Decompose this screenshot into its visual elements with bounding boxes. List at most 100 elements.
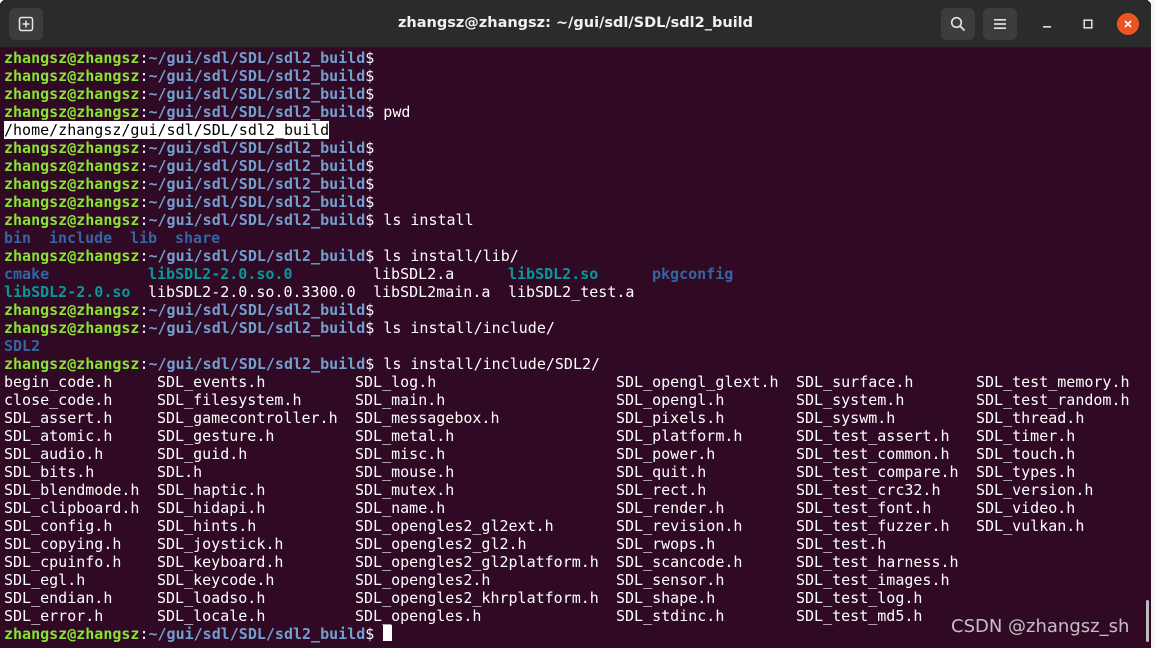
file-entry: SDL_revision.h <box>616 517 743 535</box>
file-entry: SDL_test_assert.h <box>796 427 950 445</box>
maximize-button[interactable] <box>1077 13 1099 35</box>
title-bar: zhangsz@zhangsz: ~/gui/sdl/SDL/sdl2_buil… <box>0 0 1151 48</box>
file-entry: SDL_scancode.h <box>616 553 743 571</box>
maximize-icon <box>1083 19 1093 29</box>
file-entry: SDL_stdinc.h <box>616 607 725 625</box>
prompt-line: zhangsz@zhangsz:~/gui/sdl/SDL/sdl2_build… <box>4 301 1142 319</box>
prompt-symbol: $ <box>365 157 375 175</box>
directory-entry: SDL2 <box>4 337 41 355</box>
file-entry: SDL_version.h <box>976 481 1094 499</box>
file-entry: SDL_test_images.h <box>796 571 950 589</box>
symlink-entry: libSDL2.so <box>508 265 599 283</box>
prompt-symbol: $ <box>365 67 375 85</box>
output-line: SDL_bits.h SDL.h SDL_mouse.h SDL_quit.h SDL_… <box>4 463 1142 481</box>
file-entry: SDL_endian.h <box>4 589 113 607</box>
directory-entry: share <box>175 229 221 247</box>
file-entry: libSDL2.a <box>373 265 455 283</box>
prompt-separator: : <box>139 139 149 157</box>
prompt-user: zhangsz@zhangsz <box>4 175 140 193</box>
window-title: zhangsz@zhangsz: ~/gui/sdl/SDL/sdl2_buil… <box>397 15 754 31</box>
prompt-line: zhangsz@zhangsz:~/gui/sdl/SDL/sdl2_build… <box>4 157 1142 175</box>
prompt-user: zhangsz@zhangsz <box>4 49 140 67</box>
prompt-user: zhangsz@zhangsz <box>4 193 140 211</box>
output-line: begin_code.h SDL_events.h SDL_log.h SDL_ope… <box>4 373 1142 391</box>
file-entry: SDL_opengl_glext.h <box>616 373 779 391</box>
prompt-path: ~/gui/sdl/SDL/sdl2_build <box>148 355 366 373</box>
output-line: SDL_cpuinfo.h SDL_keyboard.h SDL_opengles2… <box>4 553 1142 571</box>
prompt-symbol: $ <box>365 193 375 211</box>
prompt-line: zhangsz@zhangsz:~/gui/sdl/SDL/sdl2_build… <box>4 193 1142 211</box>
file-entry: SDL_rwops.h <box>616 535 716 553</box>
file-entry: SDL_touch.h <box>976 445 1076 463</box>
file-entry: SDL_opengles2_gl2.h <box>355 535 527 553</box>
output-line: SDL2 <box>4 337 1142 355</box>
file-entry: SDL_surface.h <box>796 373 914 391</box>
file-entry: SDL_mouse.h <box>355 463 455 481</box>
file-entry: libSDL2main.a <box>373 283 491 301</box>
file-entry: libSDL2_test.a <box>508 283 635 301</box>
prompt-separator: : <box>139 625 149 643</box>
close-icon <box>1124 20 1132 28</box>
selected-output: /home/zhangsz/gui/sdl/SDL/sdl2_build <box>4 121 330 139</box>
prompt-separator: : <box>139 85 149 103</box>
file-entry: SDL_misc.h <box>355 445 446 463</box>
output-line: SDL_copying.h SDL_joystick.h SDL_opengles2… <box>4 535 1142 553</box>
file-entry: SDL_blendmode.h <box>4 481 140 499</box>
file-entry: SDL_test_md5.h <box>796 607 923 625</box>
prompt-line: zhangsz@zhangsz:~/gui/sdl/SDL/sdl2_build… <box>4 175 1142 193</box>
file-entry: SDL_audio.h <box>4 445 104 463</box>
prompt-path: ~/gui/sdl/SDL/sdl2_build <box>148 103 366 121</box>
prompt-user: zhangsz@zhangsz <box>4 85 140 103</box>
file-entry: SDL_egl.h <box>4 571 86 589</box>
prompt-user: zhangsz@zhangsz <box>4 139 140 157</box>
file-entry: SDL_clipboard.h <box>4 499 140 517</box>
menu-button[interactable] <box>983 8 1017 40</box>
file-entry: SDL_vulkan.h <box>976 517 1085 535</box>
prompt-symbol: $ <box>365 301 375 319</box>
prompt-separator: : <box>139 67 149 85</box>
file-entry: SDL_guid.h <box>157 445 248 463</box>
output-line: /home/zhangsz/gui/sdl/SDL/sdl2_build <box>4 121 1142 139</box>
prompt-separator: : <box>139 157 149 175</box>
file-entry: libSDL2-2.0.so.0.3300.0 <box>148 283 356 301</box>
search-button[interactable] <box>941 8 975 40</box>
close-button[interactable] <box>1117 13 1139 35</box>
file-entry: SDL_haptic.h <box>157 481 266 499</box>
file-entry: SDL_log.h <box>355 373 437 391</box>
prompt-path: ~/gui/sdl/SDL/sdl2_build <box>148 67 366 85</box>
file-entry: SDL_test_random.h <box>976 391 1130 409</box>
command-text: ls install/lib/ <box>374 247 519 265</box>
prompt-path: ~/gui/sdl/SDL/sdl2_build <box>148 85 366 103</box>
prompt-line: zhangsz@zhangsz:~/gui/sdl/SDL/sdl2_build… <box>4 139 1142 157</box>
prompt-symbol: $ <box>365 175 375 193</box>
search-icon <box>950 16 966 32</box>
file-entry: SDL_gamecontroller.h <box>157 409 338 427</box>
file-entry: SDL_timer.h <box>976 427 1076 445</box>
file-entry: SDL_render.h <box>616 499 725 517</box>
file-entry: SDL_keyboard.h <box>157 553 284 571</box>
text-cursor <box>383 625 393 641</box>
minimize-button[interactable] <box>1036 13 1058 35</box>
command-text: ls install/include/SDL2/ <box>374 355 601 373</box>
output-line: libSDL2-2.0.so libSDL2-2.0.so.0.3300.0 lib… <box>4 283 1142 301</box>
prompt-symbol: $ <box>365 319 375 337</box>
file-entry: SDL_assert.h <box>4 409 113 427</box>
scrollbar[interactable] <box>1146 600 1149 642</box>
file-entry: SDL_test_harness.h <box>796 553 959 571</box>
prompt-line: zhangsz@zhangsz:~/gui/sdl/SDL/sdl2_build… <box>4 67 1142 85</box>
output-line: SDL_config.h SDL_hints.h SDL_opengles2_gl2… <box>4 517 1142 535</box>
directory-entry: bin <box>4 229 32 247</box>
file-entry: SDL_metal.h <box>355 427 455 445</box>
prompt-symbol: $ <box>365 625 375 643</box>
output-line: SDL_endian.h SDL_loadso.h SDL_opengles2_kh… <box>4 589 1142 607</box>
file-entry: SDL_joystick.h <box>157 535 284 553</box>
file-entry: SDL_filesystem.h <box>157 391 302 409</box>
prompt-symbol: $ <box>365 139 375 157</box>
prompt-separator: : <box>139 319 149 337</box>
prompt-user: zhangsz@zhangsz <box>4 67 140 85</box>
output-line: close_code.h SDL_filesystem.h SDL_main.h SD… <box>4 391 1142 409</box>
file-entry: SDL_opengl.h <box>616 391 725 409</box>
file-entry: SDL_video.h <box>976 499 1076 517</box>
terminal-output[interactable]: zhangsz@zhangsz:~/gui/sdl/SDL/sdl2_build… <box>4 49 1142 647</box>
prompt-path: ~/gui/sdl/SDL/sdl2_build <box>148 301 366 319</box>
